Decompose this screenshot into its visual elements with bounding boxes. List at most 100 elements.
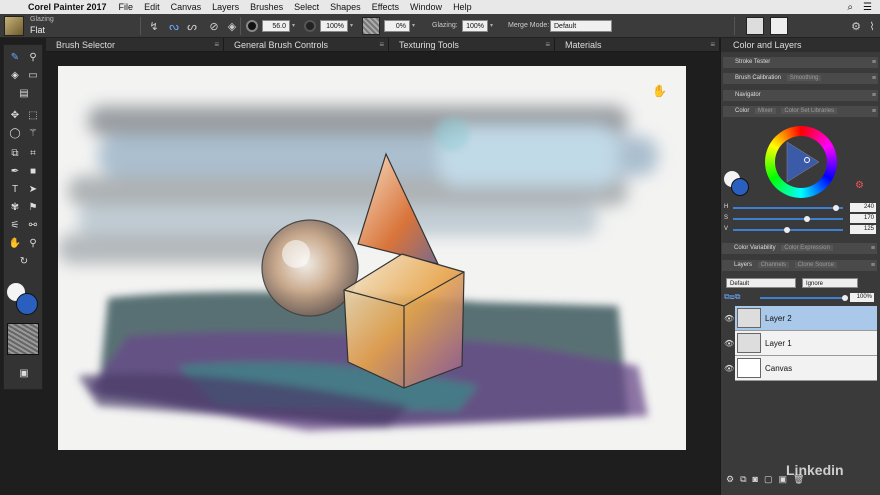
rectangle-shape-tool-icon[interactable]: ■ [25, 163, 41, 179]
layer-opacity-field[interactable]: 100% [850, 293, 874, 302]
color-variability-strip[interactable]: Color Variability Color Expression ≡ [722, 243, 877, 254]
mixer-tab[interactable]: Mixer [755, 108, 776, 114]
brush-category-icon[interactable] [4, 16, 24, 36]
layers-tabs-strip[interactable]: Layers Channels Clone Source ≡ [722, 260, 877, 271]
size-dropdown-arrow-icon[interactable]: ▾ [292, 22, 295, 29]
general-brush-controls-panel-header[interactable]: General Brush Controls ≡ [224, 38, 389, 52]
dynamic-plugins-icon[interactable]: ⧉ [740, 474, 746, 488]
opacity-dropdown-arrow-icon[interactable]: ▾ [350, 22, 353, 29]
rectangular-selection-tool-icon[interactable]: ⬚ [25, 107, 41, 123]
panel-menu-icon[interactable]: ≡ [872, 106, 876, 117]
opacity-field[interactable]: 100% [320, 20, 348, 32]
channels-tab[interactable]: Channels [757, 262, 790, 268]
pen-tool-icon[interactable]: ✒ [7, 163, 23, 179]
layer-row[interactable]: Layer 1 [735, 331, 877, 356]
navigator-strip[interactable]: Navigator ≡ [723, 90, 878, 101]
shape-selection-tool-icon[interactable]: ➤ [25, 181, 41, 197]
image-portfolio-icon[interactable] [746, 17, 764, 35]
text-tool-icon[interactable]: T [7, 181, 23, 197]
color-picker-icon[interactable]: ⚙ [855, 180, 864, 191]
composite-depth-select[interactable]: Ignore [802, 278, 858, 288]
panel-menu-icon[interactable]: ≡ [872, 90, 876, 101]
new-layer-icon[interactable]: ▢ [764, 474, 773, 488]
s-slider-knob[interactable] [803, 216, 810, 222]
magic-wand-tool-icon[interactable]: ⚚ [25, 125, 41, 141]
layer-opacity-knob[interactable] [842, 295, 848, 301]
menu-file[interactable]: File [119, 2, 134, 12]
color-variability-tab[interactable]: Color Variability [734, 245, 776, 251]
reset-tool-icon[interactable]: ↯ [146, 18, 162, 34]
menu-help[interactable]: Help [453, 2, 472, 12]
mirror-painting-tool-icon[interactable]: ⚯ [25, 217, 41, 233]
grabber-tool-icon[interactable]: ✋ [7, 235, 23, 251]
clone-source-tab[interactable]: Clone Source [794, 262, 838, 268]
list-icon[interactable]: ☰ [863, 2, 872, 13]
panel-menu-icon[interactable]: ≡ [872, 73, 876, 84]
s-slider[interactable] [733, 218, 843, 220]
saturation-value-triangle[interactable] [775, 136, 827, 188]
new-layer-mask-icon[interactable]: ◙ [753, 474, 758, 488]
s-value-field[interactable]: 170 [850, 214, 876, 223]
layer-commands-icon[interactable]: ⚙ [726, 474, 734, 488]
color-tabs-strip[interactable]: Color Mixer Color Set Libraries ≡ [723, 106, 878, 117]
layer-options-icons[interactable]: ⧉⧈⧉ [724, 292, 741, 302]
brush-variant-label[interactable]: Flat [30, 25, 45, 35]
panel-menu-icon[interactable]: ≡ [871, 243, 875, 254]
dropper-tool-icon[interactable]: ⚲ [25, 49, 41, 65]
h-value-field[interactable]: 240 [850, 203, 876, 212]
brush-tool-icon[interactable]: ✎ [7, 49, 23, 65]
panel-menu-icon[interactable]: ≡ [871, 260, 875, 271]
grain-field[interactable]: 0% [384, 20, 410, 32]
dodge-tool-icon[interactable]: ⚟ [7, 217, 23, 233]
magnifier-tool-icon[interactable]: ⚲ [25, 235, 41, 251]
eraser-tool-icon[interactable]: ▭ [25, 67, 41, 83]
main-color-swatch[interactable] [16, 293, 38, 315]
rubber-stamp-tool-icon[interactable]: ⚑ [25, 199, 41, 215]
grain-dropdown-arrow-icon[interactable]: ▾ [412, 22, 415, 29]
layer-visibility-eye-icon[interactable]: 👁 [724, 314, 734, 323]
composite-method-select[interactable]: Default [726, 278, 796, 288]
glazing-field[interactable]: 100% [462, 20, 488, 32]
dab-preview-icon[interactable]: ⊘ [206, 18, 222, 34]
smoothing-tab[interactable]: Smoothing [786, 75, 822, 81]
panel-menu-icon[interactable]: ≡ [710, 38, 715, 52]
menu-shapes[interactable]: Shapes [330, 2, 361, 12]
layers-tab[interactable]: Layers [734, 262, 752, 268]
merge-mode-select[interactable]: Default [550, 20, 612, 32]
brush-selector-panel-header[interactable]: Brush Selector ≡ [46, 38, 224, 52]
lasso-tool-icon[interactable]: ◯ [7, 125, 23, 141]
crop-tool-icon[interactable]: ⌗ [25, 145, 41, 161]
panel-menu-icon[interactable]: ≡ [545, 38, 550, 52]
menu-select[interactable]: Select [294, 2, 319, 12]
brush-calibration-tab[interactable]: Brush Calibration [735, 75, 781, 81]
stroke-tester-strip[interactable]: Stroke Tester ≡ [723, 57, 878, 68]
brush-calibration-strip[interactable]: Brush Calibration Smoothing ≡ [723, 73, 878, 84]
color-and-layers-header[interactable]: Color and Layers [721, 38, 880, 52]
glazing-dropdown-arrow-icon[interactable]: ▾ [490, 22, 493, 29]
layer-opacity-slider[interactable] [760, 297, 846, 299]
panel-menu-icon[interactable]: ≡ [872, 57, 876, 68]
cloner-tool-icon[interactable]: ✾ [7, 199, 23, 215]
screen-mode-toggle-icon[interactable]: ▣ [16, 365, 32, 381]
panel-menu-icon[interactable]: ≡ [379, 38, 384, 52]
gradient-tool-icon[interactable]: ▤ [16, 85, 32, 101]
grain-icon[interactable] [362, 17, 380, 35]
rotate-page-tool-icon[interactable]: ↻ [16, 253, 32, 269]
paper-grain-swatch[interactable] [7, 323, 39, 355]
app-name-menu[interactable]: Corel Painter 2017 [28, 2, 107, 12]
stroke-preview-icon[interactable]: ◈ [224, 18, 240, 34]
menu-brushes[interactable]: Brushes [250, 2, 283, 12]
main-color-swatch[interactable] [731, 178, 749, 196]
stroke-tester-tab[interactable]: Stroke Tester [735, 59, 770, 65]
workspace-icon[interactable]: ⚙ [848, 18, 864, 34]
straight-line-stroke-icon[interactable]: ᔕ [184, 18, 200, 34]
canvas[interactable]: ✋ [58, 66, 686, 450]
freehand-stroke-icon[interactable]: ᔓ [166, 18, 182, 34]
menu-window[interactable]: Window [410, 2, 442, 12]
layer-visibility-eye-icon[interactable]: 👁 [724, 364, 734, 373]
texturing-tools-panel-header[interactable]: Texturing Tools ≡ [389, 38, 555, 52]
brush-library-icon[interactable]: ⌇ [864, 18, 880, 34]
color-expression-tab[interactable]: Color Expression [781, 245, 833, 251]
spotlight-search-icon[interactable]: ⌕ [847, 2, 853, 13]
menu-edit[interactable]: Edit [144, 2, 160, 12]
